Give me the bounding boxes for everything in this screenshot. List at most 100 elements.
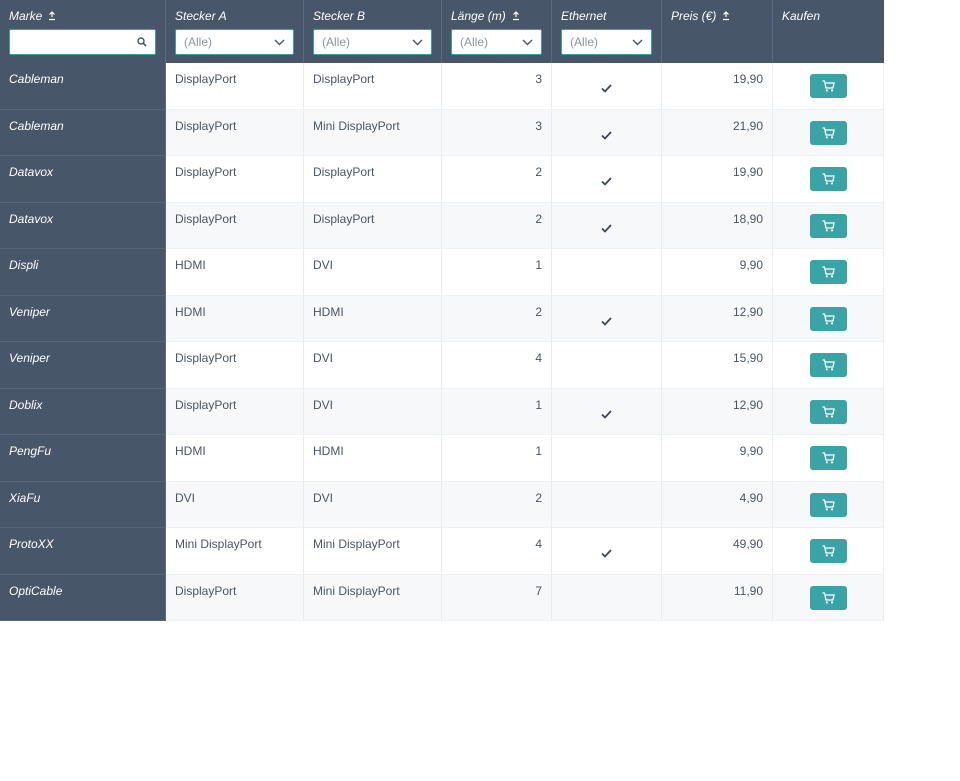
buy-button[interactable]: [809, 306, 847, 331]
table-row: XiaFu DVI DVI 2 4,90: [0, 481, 884, 528]
cell-ethernet: [552, 295, 662, 342]
stecker-b-value: Mini DisplayPort: [313, 537, 400, 551]
header-laenge[interactable]: Länge (m) (Alle): [442, 0, 552, 63]
buy-button[interactable]: [809, 399, 847, 424]
preis-value: 12,90: [732, 397, 763, 412]
marke-search-input[interactable]: [18, 34, 132, 50]
cell-preis: 18,90: [662, 202, 773, 249]
laenge-value: 2: [535, 165, 542, 179]
header-marke[interactable]: Marke: [0, 0, 166, 63]
cell-ethernet: [552, 202, 662, 249]
cell-kaufen: [773, 109, 884, 156]
buy-button[interactable]: [809, 213, 847, 238]
ethernet-filter-select[interactable]: (Alle): [561, 29, 652, 55]
buy-button[interactable]: [809, 167, 847, 191]
cell-marke: Veniper: [0, 295, 166, 342]
buy-button[interactable]: [809, 74, 847, 98]
buy-button[interactable]: [809, 539, 847, 563]
buy-button[interactable]: [809, 353, 847, 377]
brand-name: Veniper: [9, 304, 50, 319]
stecker-b-value: DisplayPort: [313, 72, 375, 86]
sort-icon[interactable]: [511, 11, 521, 21]
buy-button[interactable]: [809, 585, 847, 610]
cell-laenge: 2: [442, 481, 552, 528]
search-icon[interactable]: [137, 37, 147, 47]
cell-stecker-b: DisplayPort: [304, 63, 442, 110]
cell-stecker-a: HDMI: [166, 295, 304, 342]
stecker-a-value: DisplayPort: [175, 165, 237, 179]
check-icon: [601, 223, 612, 233]
cell-stecker-b: Mini DisplayPort: [304, 574, 442, 621]
stecker-a-value: DisplayPort: [175, 351, 237, 365]
laenge-value: 3: [535, 72, 542, 86]
cell-laenge: 1: [442, 435, 552, 482]
cell-laenge: 7: [442, 574, 552, 621]
stecker-a-value: DVI: [175, 490, 196, 505]
cart-icon: [822, 359, 835, 371]
header-stecker-a: Stecker A (Alle): [166, 0, 304, 63]
stecker-b-value: Mini DisplayPort: [313, 118, 400, 133]
table-body: Cableman DisplayPort DisplayPort 3 1 9,90…: [0, 63, 884, 621]
preis-value: 9,90: [739, 444, 763, 458]
cell-kaufen: [773, 156, 884, 203]
cell-laenge: 1: [442, 249, 552, 296]
header-stecker-a-label: Stecker A: [175, 9, 227, 23]
laenge-value: 4: [535, 537, 542, 551]
laenge-value: 7: [535, 583, 542, 598]
cell-kaufen: [773, 435, 884, 482]
laenge-value: 1: [535, 258, 542, 272]
brand-name: ProtoXX: [9, 537, 54, 551]
buy-button[interactable]: [809, 120, 847, 145]
table-row: Datavox DisplayPort DisplayPort 2 19,90: [0, 156, 884, 203]
stecker-b-value: DisplayPort: [313, 211, 375, 226]
cell-marke: Datavox: [0, 202, 166, 249]
check-icon: [601, 549, 612, 558]
stecker-b-value: DVI: [313, 397, 334, 412]
brand-name: OptiCable: [9, 583, 63, 598]
cell-kaufen: [773, 63, 884, 110]
sort-icon[interactable]: [47, 11, 57, 21]
cell-ethernet: [552, 435, 662, 482]
stecker-a-value: DisplayPort: [175, 211, 237, 226]
cart-icon: [822, 452, 835, 464]
stecker-a-value: HDMI: [175, 304, 206, 319]
stecker-b-filter-select[interactable]: (Alle): [313, 29, 432, 55]
cell-stecker-b: DisplayPort: [304, 156, 442, 203]
ethernet-value: [601, 222, 612, 236]
cell-ethernet: [552, 574, 662, 621]
header-preis-label: Preis (€): [671, 9, 717, 23]
table-row: Veniper DisplayPort DVI 4 15,90: [0, 342, 884, 389]
stecker-a-value: DisplayPort: [175, 72, 237, 86]
brand-name: Datavox: [9, 165, 54, 179]
cell-marke: Veniper: [0, 342, 166, 389]
ethernet-filter-value: (Alle): [570, 35, 599, 49]
cell-ethernet: [552, 342, 662, 389]
buy-button[interactable]: [809, 260, 847, 284]
chevron-down-icon: [412, 39, 423, 45]
header-preis[interactable]: Preis (€): [662, 0, 773, 63]
cell-stecker-b: HDMI: [304, 295, 442, 342]
brand-name: Datavox: [9, 211, 54, 226]
cell-marke: Cableman: [0, 109, 166, 156]
laenge-filter-select[interactable]: (Alle): [451, 29, 542, 55]
cell-stecker-b: HDMI: [304, 435, 442, 482]
cell-stecker-a: DisplayPort: [166, 388, 304, 435]
ethernet-value: [601, 547, 612, 561]
check-icon: [601, 316, 612, 326]
preis-value: 15,90: [732, 351, 763, 365]
cell-laenge: 1: [442, 388, 552, 435]
cell-ethernet: [552, 109, 662, 156]
stecker-a-filter-select[interactable]: (Alle): [175, 29, 294, 55]
check-icon: [601, 84, 612, 93]
chevron-down-icon: [522, 39, 533, 45]
cell-kaufen: [773, 295, 884, 342]
table-row: Datavox DisplayPort DisplayPort 2 18,90: [0, 202, 884, 249]
cell-stecker-a: Mini DisplayPort: [166, 528, 304, 575]
sort-icon[interactable]: [721, 11, 731, 21]
buy-button[interactable]: [809, 492, 847, 517]
brand-name: Veniper: [9, 351, 50, 365]
cell-laenge: 2: [442, 202, 552, 249]
cell-preis: 9,90: [662, 249, 773, 296]
stecker-b-value: HDMI: [313, 444, 344, 458]
buy-button[interactable]: [809, 446, 847, 470]
